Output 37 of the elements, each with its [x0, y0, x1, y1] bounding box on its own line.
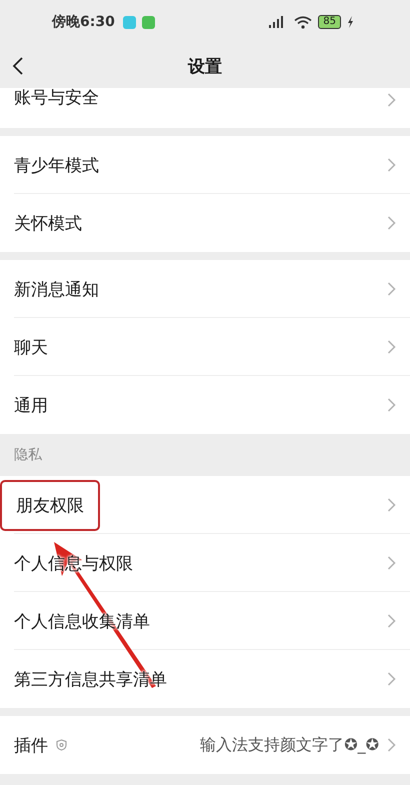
chevron-icon — [387, 215, 396, 231]
item-label: 插件 — [14, 734, 48, 756]
status-time: 傍晚6:30 — [52, 13, 115, 31]
settings-item[interactable]: 关怀模式 — [0, 194, 410, 252]
item-value: 输入法支持颜文字了✪_✪ — [200, 734, 379, 756]
wifi-icon — [294, 16, 312, 28]
item-label: 聊天 — [14, 336, 48, 358]
chevron-icon — [387, 555, 396, 571]
settings-item[interactable]: 通用 — [0, 376, 410, 434]
chevron-icon — [387, 281, 396, 297]
page-title: 设置 — [188, 56, 222, 78]
back-icon[interactable] — [12, 56, 24, 76]
item-label: 关怀模式 — [14, 212, 82, 234]
item-label: 账号与安全 — [14, 87, 99, 109]
settings-item[interactable]: 朋友权限 — [0, 476, 410, 534]
settings-item[interactable]: 插件 输入法支持颜文字了✪_✪ — [0, 716, 410, 774]
item-label: 朋友权限 — [2, 482, 98, 528]
app-notification-icon — [142, 16, 155, 28]
chevron-icon — [387, 92, 396, 108]
settings-item[interactable]: 新消息通知 — [0, 260, 410, 318]
charging-icon — [347, 16, 354, 28]
chevron-icon — [387, 157, 396, 173]
section-header: 隐私 — [13, 446, 43, 465]
chevron-icon — [387, 737, 396, 753]
app-notification-icon — [122, 16, 136, 28]
chevron-icon — [387, 671, 396, 687]
chevron-icon — [387, 497, 396, 513]
chevron-icon — [387, 397, 396, 413]
item-label: 青少年模式 — [14, 154, 99, 176]
chevron-icon — [387, 339, 396, 355]
item-label: 通用 — [14, 394, 48, 416]
battery-level: 85 — [318, 15, 341, 29]
settings-item[interactable]: 聊天 — [0, 318, 410, 376]
settings-item[interactable]: 账号与安全 — [0, 88, 410, 128]
chevron-icon — [387, 613, 396, 629]
item-label: 新消息通知 — [14, 278, 99, 300]
settings-item[interactable]: 青少年模式 — [0, 136, 410, 194]
